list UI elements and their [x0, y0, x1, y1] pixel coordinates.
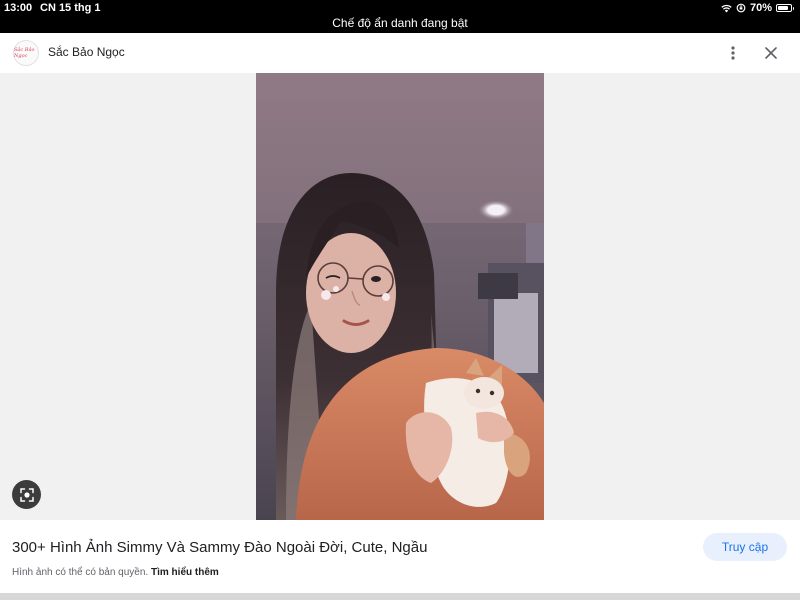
wifi-icon: [721, 4, 732, 12]
lens-search-icon: [19, 487, 34, 502]
battery-icon: [776, 4, 794, 12]
copyright-notice: Hình ảnh có thể có bản quyền. Tìm hiểu t…: [12, 567, 219, 578]
status-time: 13:00: [4, 2, 33, 14]
preview-image[interactable]: [256, 73, 544, 520]
incognito-banner: Chế độ ẩn danh đang bật: [332, 16, 468, 30]
bottom-edge: [0, 593, 800, 600]
result-title[interactable]: 300+ Hình Ảnh Simmy Và Sammy Đào Ngoài Đ…: [12, 539, 427, 556]
visit-button[interactable]: Truy cập: [703, 533, 787, 561]
site-name[interactable]: Sắc Bảo Ngọc: [48, 45, 125, 59]
orientation-lock-icon: [736, 3, 746, 13]
learn-more-link[interactable]: Tìm hiểu thêm: [151, 567, 219, 578]
screen: 13:00 CN 15 thg 1 70% Chế độ ẩn danh đan…: [0, 0, 800, 600]
more-options-button[interactable]: [723, 42, 743, 64]
more-vert-icon: [731, 46, 735, 60]
photo-illustration: [256, 73, 544, 520]
image-result-footer: 300+ Hình Ảnh Simmy Và Sammy Đào Ngoài Đ…: [0, 520, 800, 593]
close-button[interactable]: [760, 42, 782, 64]
status-indicators: 70%: [721, 2, 794, 14]
close-icon: [765, 47, 777, 59]
lens-search-button[interactable]: [12, 480, 41, 509]
site-logo[interactable]: Sắc Bảo Ngọc: [13, 40, 39, 66]
status-date: CN 15 thg 1: [40, 2, 101, 14]
battery-level: [778, 6, 788, 10]
site-logo-text: Sắc Bảo Ngọc: [14, 47, 35, 59]
image-preview-area: [0, 73, 800, 520]
image-viewer-header: Sắc Bảo Ngọc Sắc Bảo Ngọc: [0, 33, 800, 73]
battery-percent: 70%: [749, 2, 772, 14]
copyright-text: Hình ảnh có thể có bản quyền.: [12, 567, 149, 578]
status-bar: 13:00 CN 15 thg 1 70% Chế độ ẩn danh đan…: [0, 0, 800, 33]
